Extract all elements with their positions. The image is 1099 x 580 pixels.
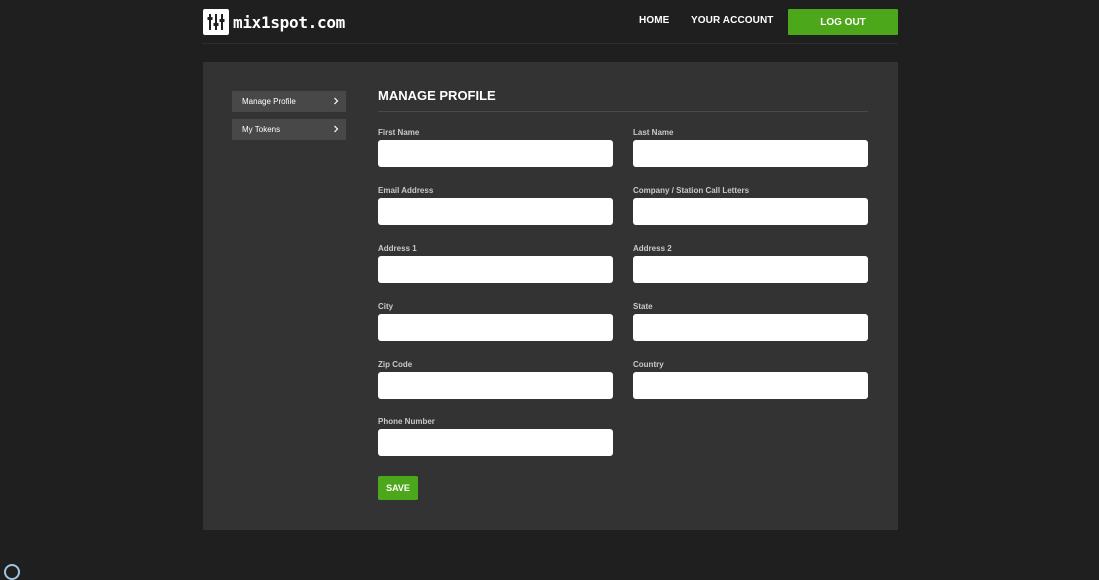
email-address-field[interactable] bbox=[378, 198, 613, 225]
nav-your-account-link[interactable]: YOUR ACCOUNT bbox=[691, 15, 774, 26]
chevron-right-icon bbox=[334, 97, 339, 105]
company-station-label: Company / Station Call Letters bbox=[633, 186, 750, 195]
mixer-sliders-icon bbox=[203, 9, 229, 35]
phone-number-label: Phone Number bbox=[378, 417, 435, 426]
top-navigation-bar: mix1spot.com HOME YOUR ACCOUNT LOG OUT bbox=[0, 0, 1099, 44]
email-address-label: Email Address bbox=[378, 186, 434, 195]
site-name: mix1spot.com bbox=[233, 12, 345, 32]
first-name-label: First Name bbox=[378, 128, 420, 137]
sidebar-item-my-tokens[interactable]: My Tokens bbox=[232, 119, 346, 140]
site-logo[interactable]: mix1spot.com bbox=[203, 9, 345, 35]
phone-number-field[interactable] bbox=[378, 429, 613, 456]
zip-code-field[interactable] bbox=[378, 372, 613, 399]
chat-widget-icon[interactable] bbox=[4, 564, 20, 580]
title-divider bbox=[378, 111, 868, 112]
address-2-label: Address 2 bbox=[633, 244, 672, 253]
company-station-field[interactable] bbox=[633, 198, 868, 225]
sidebar-item-manage-profile[interactable]: Manage Profile bbox=[232, 91, 346, 112]
save-button[interactable]: SAVE bbox=[378, 476, 418, 500]
page-title: MANAGE PROFILE bbox=[378, 88, 496, 103]
country-label: Country bbox=[633, 360, 664, 369]
address-1-field[interactable] bbox=[378, 256, 613, 283]
zip-code-label: Zip Code bbox=[378, 360, 413, 369]
state-label: State bbox=[633, 302, 653, 311]
chevron-right-icon bbox=[334, 125, 339, 133]
nav-home-link[interactable]: HOME bbox=[639, 15, 669, 26]
state-field[interactable] bbox=[633, 314, 868, 341]
address-1-label: Address 1 bbox=[378, 244, 417, 253]
sidebar-item-label: Manage Profile bbox=[242, 97, 296, 106]
address-2-field[interactable] bbox=[633, 256, 868, 283]
city-field[interactable] bbox=[378, 314, 613, 341]
header-divider bbox=[202, 43, 898, 44]
log-out-button[interactable]: LOG OUT bbox=[788, 9, 898, 35]
last-name-field[interactable] bbox=[633, 140, 868, 167]
profile-panel: Manage Profile My Tokens MANAGE PROFILE … bbox=[203, 62, 898, 530]
city-label: City bbox=[378, 302, 394, 311]
sidebar-item-label: My Tokens bbox=[242, 125, 281, 134]
first-name-field[interactable] bbox=[378, 140, 613, 167]
country-field[interactable] bbox=[633, 372, 868, 399]
last-name-label: Last Name bbox=[633, 128, 674, 137]
